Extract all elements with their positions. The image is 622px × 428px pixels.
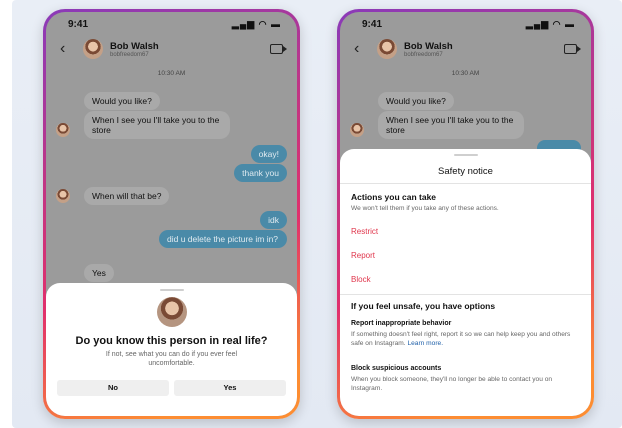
learn-more-link[interactable]: Learn more. bbox=[407, 340, 443, 347]
message-incoming: Would you like? bbox=[378, 92, 454, 110]
contact-handle: bobfreedom67 bbox=[110, 52, 149, 58]
back-arrow-icon[interactable]: ‹ bbox=[354, 40, 359, 58]
know-person-sheet: Do you know this person in real life? If… bbox=[46, 283, 297, 416]
video-call-icon[interactable] bbox=[270, 44, 287, 54]
message-outgoing: okay! bbox=[250, 145, 287, 163]
status-bar: 9:41 ▂▄▆ ◠ ▬ bbox=[340, 12, 591, 34]
chat-header: ‹ Bob Walsh bobfreedom67 bbox=[46, 36, 297, 64]
contact-handle: bobfreedom67 bbox=[404, 52, 443, 58]
phone-right: 9:41 ▂▄▆ ◠ ▬ ‹ Bob Walsh bobfreedom67 10… bbox=[337, 9, 594, 419]
message-incoming: When I see you I'll take you to the stor… bbox=[378, 111, 524, 139]
status-time: 9:41 bbox=[362, 19, 383, 30]
report-option[interactable]: Report bbox=[351, 251, 375, 260]
avatar[interactable] bbox=[83, 39, 103, 59]
sender-avatar bbox=[56, 189, 70, 203]
sender-avatar bbox=[56, 123, 70, 137]
sheet-title: Safety notice bbox=[438, 166, 493, 177]
sheet-subtitle: If not, see what you can do if you ever … bbox=[105, 351, 238, 367]
chat-screen: 9:41 ▂▄▆ ◠ ▬ ‹ Bob Walsh bobfreedom67 10… bbox=[340, 12, 591, 416]
sheet-title: Do you know this person in real life? bbox=[75, 335, 268, 347]
message-incoming: When will that be? bbox=[84, 187, 170, 205]
report-behavior-description: If something doesn't feel right, report … bbox=[351, 331, 571, 347]
video-call-icon[interactable] bbox=[564, 44, 581, 54]
message-outgoing: thank you bbox=[234, 164, 287, 182]
sender-avatar bbox=[350, 123, 364, 137]
report-behavior-title: Report inappropriate behavior bbox=[351, 320, 452, 327]
message-outgoing: idk bbox=[260, 211, 287, 229]
message-incoming: Would you like? bbox=[84, 92, 160, 110]
report-behavior-text: If something doesn't feel right, report … bbox=[351, 331, 577, 348]
safety-notice-sheet: Safety notice Actions you can take We wo… bbox=[340, 149, 591, 416]
block-accounts-title: Block suspicious accounts bbox=[351, 365, 442, 372]
yes-button[interactable]: Yes bbox=[174, 380, 286, 396]
contact-name[interactable]: Bob Walsh bbox=[110, 41, 159, 52]
sheet-grabber[interactable] bbox=[453, 154, 478, 156]
chat-screen: 9:41 ▂▄▆ ◠ ▬ ‹ Bob Walsh bobfreedom67 10… bbox=[46, 12, 297, 416]
avatar bbox=[156, 297, 187, 327]
block-accounts-text: When you block someone, they'll no longe… bbox=[351, 376, 553, 392]
chat-header: ‹ Bob Walsh bobfreedom67 bbox=[340, 36, 591, 64]
message-incoming: When I see you I'll take you to the stor… bbox=[84, 111, 230, 139]
contact-name[interactable]: Bob Walsh bbox=[404, 41, 453, 52]
status-bar: 9:41 ▂▄▆ ◠ ▬ bbox=[46, 12, 297, 34]
no-button[interactable]: No bbox=[57, 380, 169, 396]
avatar[interactable] bbox=[377, 39, 397, 59]
actions-heading: Actions you can take bbox=[351, 192, 437, 202]
message-timestamp: 10:30 AM bbox=[451, 70, 480, 77]
sheet-grabber[interactable] bbox=[159, 289, 184, 291]
restrict-option[interactable]: Restrict bbox=[351, 227, 378, 236]
divider bbox=[340, 294, 591, 295]
block-option[interactable]: Block bbox=[351, 275, 371, 284]
status-time: 9:41 bbox=[68, 19, 89, 30]
status-icons: ▂▄▆ ◠ ▬ bbox=[525, 19, 575, 29]
message-timestamp: 10:30 AM bbox=[157, 70, 186, 77]
actions-description: We won't tell them if you take any of th… bbox=[351, 205, 499, 212]
unsafe-heading: If you feel unsafe, you have options bbox=[351, 301, 496, 311]
message-incoming: Yes bbox=[84, 264, 114, 282]
divider bbox=[340, 183, 591, 184]
phone-left: 9:41 ▂▄▆ ◠ ▬ ‹ Bob Walsh bobfreedom67 10… bbox=[43, 9, 300, 419]
back-arrow-icon[interactable]: ‹ bbox=[60, 40, 65, 58]
status-icons: ▂▄▆ ◠ ▬ bbox=[231, 19, 281, 29]
message-outgoing: did u delete the picture im in? bbox=[159, 230, 287, 248]
